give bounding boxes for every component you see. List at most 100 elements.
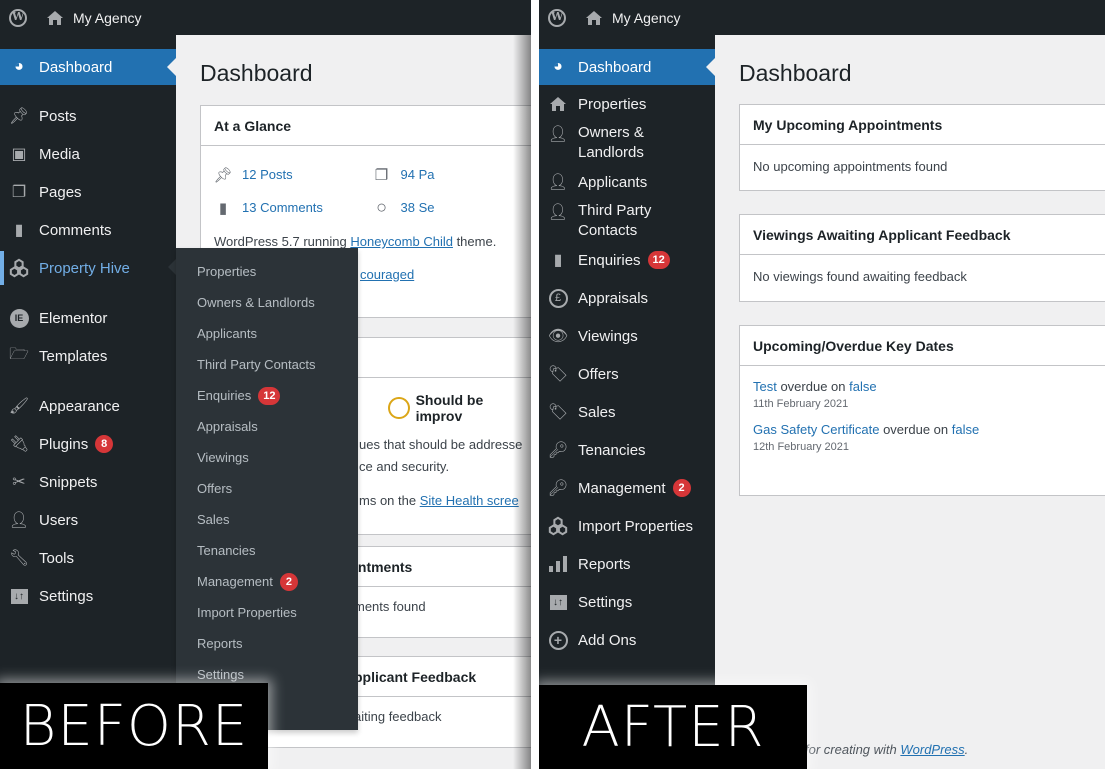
sidebar-item-tools[interactable]: 🔧︎ Tools — [0, 539, 176, 577]
wordpress-logo-icon[interactable] — [548, 8, 566, 27]
site-health-screen-link[interactable]: Site Health scree — [420, 493, 519, 508]
submenu-item-import-properties[interactable]: Import Properties — [176, 597, 358, 628]
elementor-icon: IE — [9, 308, 29, 328]
sidebar-item-settings[interactable]: ↓↑ Settings — [539, 583, 715, 621]
comments-count-link[interactable]: 13 Comments — [242, 200, 323, 215]
before-panel: My Agency ◕ Dashboard 📌︎ Posts ▣ Media ❐… — [0, 0, 531, 769]
sidebar-item-appraisals[interactable]: £ Appraisals — [539, 279, 715, 317]
submenu-item-owners-landlords[interactable]: Owners & Landlords — [176, 287, 358, 318]
sidebar-item-enquiries[interactable]: ▮ Enquiries 12 — [539, 241, 715, 279]
key-dates-widget: Upcoming/Overdue Key Dates Test overdue … — [739, 325, 1105, 496]
widget-empty-message: No viewings found awaiting feedback — [753, 269, 967, 284]
submenu-item-appraisals[interactable]: Appraisals — [176, 411, 358, 442]
sidebar-item-applicants[interactable]: 👤︎ Applicants — [539, 163, 715, 201]
admin-bar: My Agency — [539, 0, 1105, 35]
key-date-link[interactable]: Test — [753, 379, 777, 394]
sidebar-item-users[interactable]: 👤︎ Users — [0, 501, 176, 539]
sidebar-item-templates[interactable]: 🗁︎ Templates — [0, 337, 176, 375]
wordpress-logo-icon[interactable] — [9, 8, 27, 27]
sidebar-item-dashboard[interactable]: ◕ Dashboard — [0, 49, 176, 85]
property-hive-icon — [9, 258, 29, 278]
enquiries-badge: 12 — [258, 386, 281, 405]
property-hive-icon — [548, 516, 568, 536]
sidebar-item-posts[interactable]: 📌︎ Posts — [0, 97, 176, 135]
pages-count-link[interactable]: 94 Pa — [401, 167, 435, 182]
pin-icon: 📌︎ — [213, 166, 233, 184]
submenu-item-management[interactable]: Management 2 — [176, 566, 358, 597]
media-icon: ▣ — [11, 146, 27, 163]
management-badge: 2 — [672, 479, 691, 497]
tag-icon: 🏷︎ — [547, 366, 569, 383]
after-panel: My Agency ◕ Dashboard Properties 👤︎ Owne… — [539, 0, 1105, 769]
key-date-item: Gas Safety Certificate overdue on false … — [753, 422, 1105, 453]
tag-icon: 🏷︎ — [547, 404, 569, 421]
sidebar-item-owners-landlords[interactable]: 👤︎ Owners & Landlords — [539, 123, 715, 163]
property-hive-submenu: Properties Owners & Landlords Applicants… — [176, 248, 358, 730]
sidebar-item-snippets[interactable]: ✂ Snippets — [0, 463, 176, 501]
before-label: BEFORE — [0, 683, 268, 769]
admin-bar: My Agency — [0, 0, 531, 35]
widget-title: Upcoming/Overdue Key Dates — [740, 326, 1105, 366]
plugins-update-badge: 8 — [95, 435, 114, 453]
sidebar-item-reports[interactable]: Reports — [539, 545, 715, 583]
management-badge: 2 — [279, 572, 298, 591]
submenu-item-sales[interactable]: Sales — [176, 504, 358, 535]
other-count-link[interactable]: 38 Se — [401, 200, 435, 215]
settings-icon: ↓↑ — [9, 586, 29, 606]
comment-icon: ▮ — [553, 252, 563, 269]
submenu-item-reports[interactable]: Reports — [176, 628, 358, 659]
user-icon: 👤︎ — [547, 204, 569, 221]
sidebar-item-comments[interactable]: ▮ Comments — [0, 211, 176, 249]
submenu-item-viewings[interactable]: Viewings — [176, 442, 358, 473]
site-name-link[interactable]: My Agency — [612, 10, 680, 26]
eye-icon: 👁︎ — [547, 328, 569, 345]
user-icon: 👤︎ — [547, 126, 569, 143]
sidebar-item-media[interactable]: ▣ Media — [0, 135, 176, 173]
home-icon — [47, 10, 63, 25]
page-title: Dashboard — [739, 60, 852, 86]
posts-count-link[interactable]: 12 Posts — [242, 167, 293, 182]
sidebar-item-offers[interactable]: 🏷︎ Offers — [539, 355, 715, 393]
wordpress-link[interactable]: WordPress — [900, 742, 964, 757]
search-engines-discouraged-link[interactable]: couraged — [360, 267, 414, 282]
dashboard-icon: ◕ — [553, 58, 563, 75]
submenu-item-offers[interactable]: Offers — [176, 473, 358, 504]
pin-icon: 📌︎ — [8, 108, 30, 125]
sidebar-item-dashboard[interactable]: ◕ Dashboard — [539, 49, 715, 85]
sidebar-item-import-properties[interactable]: Import Properties — [539, 507, 715, 545]
sidebar-item-appearance[interactable]: 🖌︎ Appearance — [0, 387, 176, 425]
sidebar-item-elementor[interactable]: IE Elementor — [0, 299, 176, 337]
submenu-item-enquiries[interactable]: Enquiries 12 — [176, 380, 358, 411]
dashboard-icon: ◕ — [14, 58, 24, 75]
sidebar-item-settings[interactable]: ↓↑ Settings — [0, 577, 176, 615]
sidebar-item-pages[interactable]: ❐ Pages — [0, 173, 176, 211]
key-date-date: 12th February 2021 — [753, 441, 850, 453]
enquiries-badge: 12 — [647, 251, 670, 269]
folder-icon: 🗁︎ — [9, 345, 29, 363]
sidebar-item-sales[interactable]: 🏷︎ Sales — [539, 393, 715, 431]
sidebar-item-add-ons[interactable]: + Add Ons — [539, 621, 715, 659]
sidebar-item-plugins[interactable]: 🔌︎ Plugins 8 — [0, 425, 176, 463]
submenu-item-tenancies[interactable]: Tenancies — [176, 535, 358, 566]
sidebar-item-properties[interactable]: Properties — [539, 85, 715, 123]
after-label: AFTER — [539, 685, 807, 769]
sidebar-item-management[interactable]: 🔑︎ Management 2 — [539, 469, 715, 507]
sidebar-item-viewings[interactable]: 👁︎ Viewings — [539, 317, 715, 355]
admin-sidebar: ◕ Dashboard 📌︎ Posts ▣ Media ❐ Pages ▮ C… — [0, 35, 176, 769]
key-date-value-link[interactable]: false — [849, 379, 876, 394]
sidebar-item-property-hive[interactable]: Property Hive — [0, 249, 176, 287]
site-name-link[interactable]: My Agency — [73, 10, 141, 26]
submenu-item-third-party-contacts[interactable]: Third Party Contacts — [176, 349, 358, 380]
submenu-item-applicants[interactable]: Applicants — [176, 318, 358, 349]
theme-link[interactable]: Honeycomb Child — [350, 234, 453, 249]
submenu-item-properties[interactable]: Properties — [176, 256, 358, 287]
upcoming-appointments-widget: My Upcoming Appointments No upcoming app… — [739, 104, 1105, 191]
key-date-link[interactable]: Gas Safety Certificate — [753, 422, 879, 437]
sidebar-item-tenancies[interactable]: 🔑︎ Tenancies — [539, 431, 715, 469]
wp-version-text: WordPress 5.7 running — [214, 234, 351, 249]
sidebar-item-third-party-contacts[interactable]: 👤︎ Third Party Contacts — [539, 201, 715, 241]
user-icon: 👤︎ — [547, 174, 569, 191]
comment-icon: ▮ — [218, 199, 228, 217]
paintbrush-icon: 🖌︎ — [8, 398, 30, 415]
key-date-value-link[interactable]: false — [952, 422, 979, 437]
